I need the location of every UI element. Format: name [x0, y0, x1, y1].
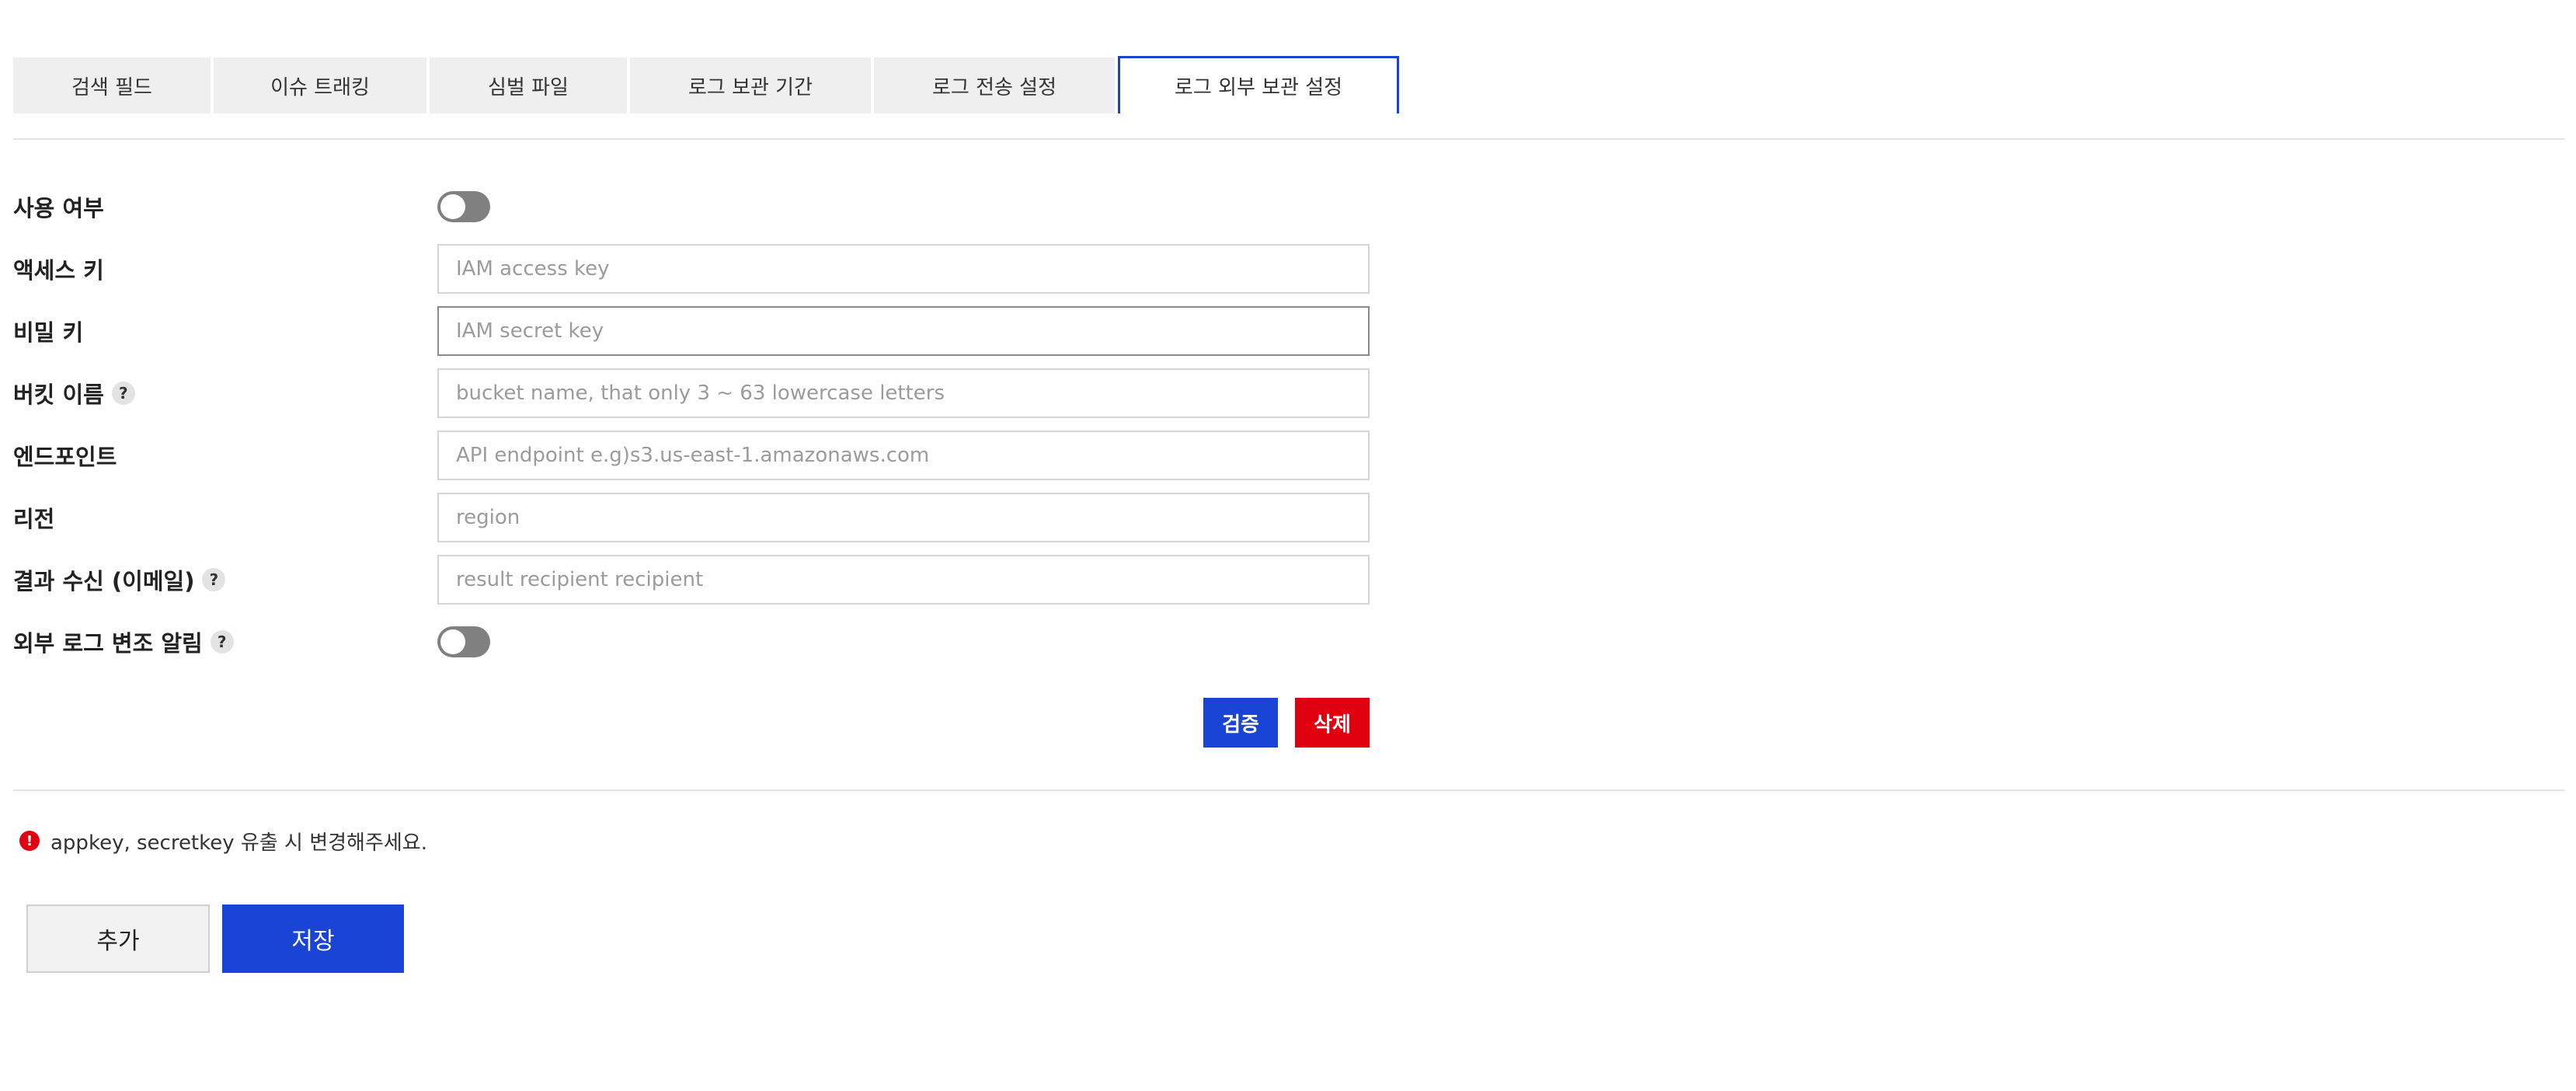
access-key-label-text: 액세스 키: [13, 257, 104, 284]
verify-button[interactable]: 검증: [1203, 698, 1278, 748]
tab-symbol-file[interactable]: 심벌 파일: [430, 58, 627, 113]
secret-key-label-text: 비밀 키: [13, 319, 84, 346]
tab-label: 로그 외부 보관 설정: [1174, 76, 1343, 99]
secret-key-input[interactable]: [437, 306, 1370, 356]
delete-button[interactable]: 삭제: [1295, 698, 1370, 748]
form-row-endpoint: 엔드포인트: [13, 430, 1382, 480]
log-external-storage-settings: 검색 필드 이슈 트래킹 심벌 파일 로그 보관 기간 로그 전송 설정 로그 …: [13, 0, 2564, 1091]
key-leak-notice: ! appkey, secretkey 유출 시 변경해주세요.: [19, 825, 427, 856]
form-row-result-recipient: 결과 수신 (이메일) ?: [13, 555, 1382, 605]
form-row-enabled: 사용 여부: [13, 182, 1382, 232]
form-row-region: 리전: [13, 493, 1382, 542]
access-key-label: 액세스 키: [13, 244, 104, 294]
section-divider: [13, 789, 2564, 791]
help-icon[interactable]: ?: [111, 382, 135, 405]
settings-tabs: 검색 필드 이슈 트래킹 심벌 파일 로그 보관 기간 로그 전송 설정 로그 …: [13, 56, 1402, 113]
bucket-name-input[interactable]: [437, 368, 1370, 418]
form-row-tamper-alert: 외부 로그 변조 알림 ?: [13, 617, 1382, 667]
result-recipient-label: 결과 수신 (이메일) ?: [13, 555, 226, 605]
form-row-bucket-name: 버킷 이름 ?: [13, 368, 1382, 418]
help-icon[interactable]: ?: [202, 568, 226, 591]
notice-text: appkey, secretkey 유출 시 변경해주세요.: [50, 831, 427, 855]
tab-label: 심벌 파일: [488, 75, 569, 99]
result-recipient-label-text: 결과 수신 (이메일): [13, 568, 195, 594]
secret-key-label: 비밀 키: [13, 306, 83, 356]
tab-label: 로그 전송 설정: [931, 75, 1057, 99]
tab-label: 검색 필드: [71, 75, 152, 99]
tab-search-field[interactable]: 검색 필드: [13, 58, 211, 113]
alert-icon: !: [19, 831, 40, 851]
tamper-alert-toggle[interactable]: [437, 626, 490, 657]
bucket-name-label: 버킷 이름 ?: [13, 368, 135, 418]
tab-log-retention-period[interactable]: 로그 보관 기간: [630, 58, 871, 113]
tab-label: 이슈 트래킹: [270, 75, 370, 99]
form-row-secret-key: 비밀 키: [13, 306, 1382, 356]
enabled-label: 사용 여부: [13, 182, 104, 232]
save-button[interactable]: 저장: [222, 905, 404, 973]
enabled-toggle[interactable]: [437, 191, 490, 222]
access-key-input[interactable]: [437, 244, 1370, 294]
tab-log-transfer-settings[interactable]: 로그 전송 설정: [874, 58, 1115, 113]
toggle-knob: [440, 629, 465, 654]
tab-log-external-storage-settings[interactable]: 로그 외부 보관 설정: [1118, 56, 1399, 113]
enabled-label-text: 사용 여부: [13, 195, 104, 221]
region-label: 리전: [13, 493, 54, 542]
toggle-knob: [440, 194, 465, 219]
endpoint-label: 엔드포인트: [13, 430, 117, 480]
tab-label: 로그 보관 기간: [688, 75, 813, 99]
bucket-name-label-text: 버킷 이름: [13, 382, 104, 408]
tamper-alert-label: 외부 로그 변조 알림 ?: [13, 617, 234, 667]
add-button[interactable]: 추가: [26, 905, 210, 973]
help-icon[interactable]: ?: [210, 630, 234, 654]
endpoint-input[interactable]: [437, 430, 1370, 480]
tamper-alert-label-text: 외부 로그 변조 알림: [13, 630, 203, 657]
tab-divider: [13, 138, 2564, 140]
result-recipient-input[interactable]: [437, 555, 1370, 605]
endpoint-label-text: 엔드포인트: [13, 444, 117, 470]
region-label-text: 리전: [13, 506, 55, 532]
region-input[interactable]: [437, 493, 1370, 542]
form-row-access-key: 액세스 키: [13, 244, 1382, 294]
tab-issue-tracking[interactable]: 이슈 트래킹: [214, 58, 426, 113]
